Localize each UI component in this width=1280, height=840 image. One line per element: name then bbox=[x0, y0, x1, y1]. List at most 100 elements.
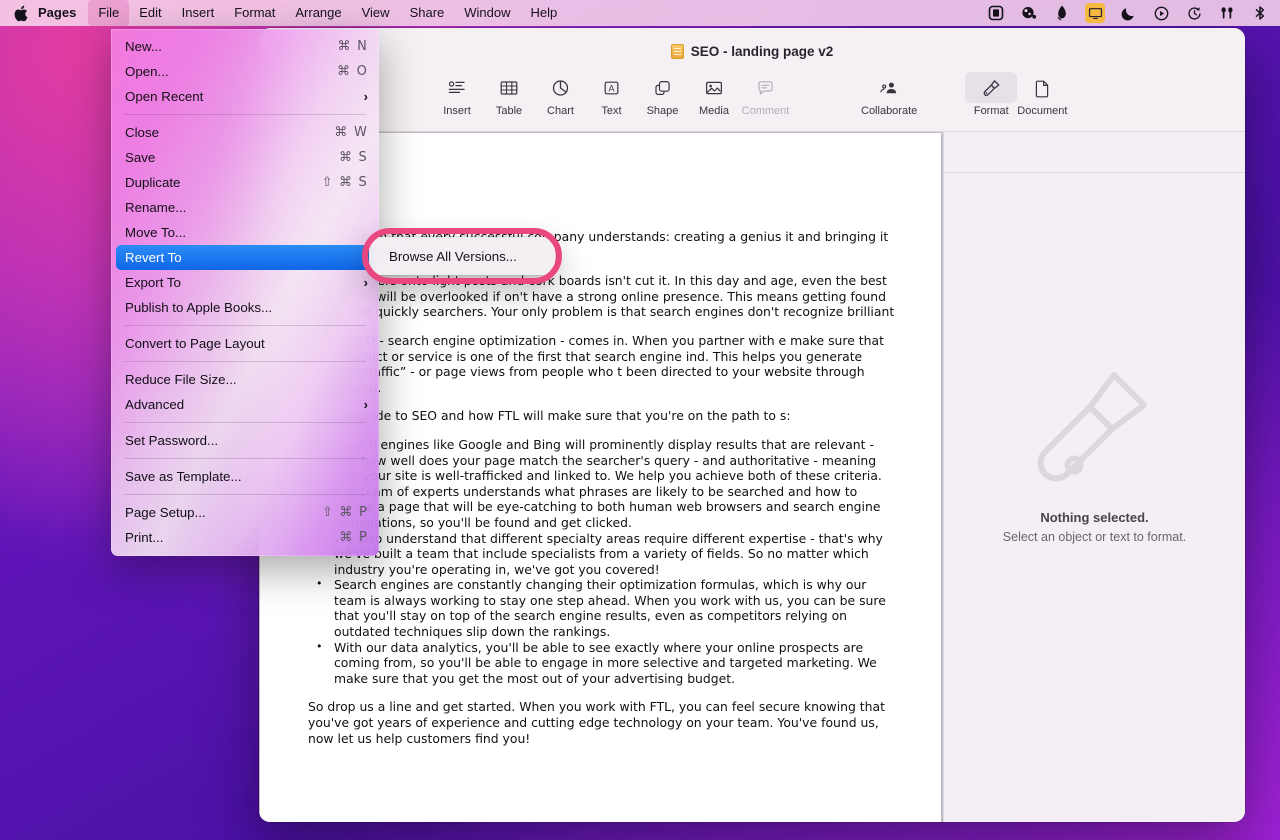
menu-help[interactable]: Help bbox=[521, 0, 568, 26]
toolbar-insert-button[interactable]: Insert bbox=[431, 69, 483, 117]
menu-separator bbox=[124, 361, 366, 362]
airpods-icon[interactable] bbox=[1217, 3, 1237, 23]
doc-paragraph-5: So drop us a line and get started. When … bbox=[308, 699, 885, 746]
chart-icon bbox=[551, 75, 570, 101]
menu-item-label: Advanced bbox=[125, 397, 185, 412]
menu-item-browse-all-versions[interactable]: Browse All Versions... bbox=[369, 243, 555, 269]
menu-format[interactable]: Format bbox=[224, 0, 285, 26]
menu-item-label: Publish to Apple Books... bbox=[125, 300, 273, 315]
menu-separator bbox=[124, 114, 366, 115]
menu-arrange[interactable]: Arrange bbox=[285, 0, 351, 26]
dropbox-icon[interactable] bbox=[1019, 3, 1039, 23]
toolbar-document-button[interactable]: Document bbox=[1017, 69, 1067, 117]
menu-item-label: Print... bbox=[125, 530, 164, 545]
menu-item-shortcut: ⌘ N bbox=[337, 39, 368, 54]
svg-text:A: A bbox=[608, 84, 614, 94]
doc-paragraph-3: where SEO - search engine optimization -… bbox=[308, 332, 884, 395]
menu-item-label: Save bbox=[125, 150, 156, 165]
screen-mirroring-icon[interactable] bbox=[986, 3, 1006, 23]
menu-item-rename[interactable]: Rename... bbox=[111, 195, 379, 220]
toolbar-table-button[interactable]: Table bbox=[483, 69, 535, 117]
file-menu-dropdown: New... ⌘ N Open... ⌘ O Open Recent › Clo… bbox=[111, 29, 379, 556]
menu-separator bbox=[124, 325, 366, 326]
menu-item-duplicate[interactable]: Duplicate ⇧ ⌘ S bbox=[111, 170, 379, 195]
menu-window[interactable]: Window bbox=[454, 0, 520, 26]
toolbar-chart-button[interactable]: Chart bbox=[535, 69, 586, 117]
list-item: Search engines like Google and Bing will… bbox=[308, 436, 896, 484]
display-icon[interactable] bbox=[1085, 3, 1105, 23]
toolbar-shape-label: Shape bbox=[646, 105, 679, 117]
menu-item-shortcut: ⌘ O bbox=[337, 64, 368, 79]
menu-item-print[interactable]: Print... ⌘ P bbox=[111, 525, 379, 550]
menu-item-shortcut: ⇧ ⌘ S bbox=[321, 175, 368, 190]
toolbar-collaborate-label: Collaborate bbox=[861, 105, 918, 117]
menu-item-publish-to-apple-books[interactable]: Publish to Apple Books... bbox=[111, 295, 379, 320]
menu-item-new[interactable]: New... ⌘ N bbox=[111, 34, 379, 59]
menu-bar-items: Pages File Edit Insert Format Arrange Vi… bbox=[0, 0, 567, 26]
chevron-right-icon: › bbox=[363, 250, 368, 265]
menu-item-convert-to-page-layout[interactable]: Convert to Page Layout bbox=[111, 331, 379, 356]
menu-item-revert-to[interactable]: Revert To › bbox=[116, 245, 374, 270]
table-icon bbox=[499, 75, 519, 101]
revert-to-submenu: Browse All Versions... bbox=[369, 237, 555, 275]
menu-item-label: Rename... bbox=[125, 200, 187, 215]
menu-item-save[interactable]: Save ⌘ S bbox=[111, 145, 379, 170]
menu-item-open-recent[interactable]: Open Recent › bbox=[111, 84, 379, 109]
time-machine-icon[interactable] bbox=[1184, 3, 1204, 23]
toolbar-format-button[interactable]: Format bbox=[965, 69, 1018, 117]
menu-item-label: Set Password... bbox=[125, 433, 219, 448]
toolbar-table-label: Table bbox=[495, 105, 523, 117]
menu-item-close[interactable]: Close ⌘ W bbox=[111, 120, 379, 145]
pages-toolbar: Add Page Insert Table Chart bbox=[259, 69, 1245, 125]
toolbar-collaborate-button[interactable]: Collaborate bbox=[861, 69, 917, 117]
menu-insert[interactable]: Insert bbox=[172, 0, 225, 26]
menu-view[interactable]: View bbox=[352, 0, 400, 26]
toolbar-format-label: Format bbox=[973, 105, 1009, 117]
document-icon bbox=[1034, 75, 1051, 101]
menu-item-reduce-file-size[interactable]: Reduce File Size... bbox=[111, 367, 379, 392]
toolbar-chart-label: Chart bbox=[547, 105, 574, 117]
menu-item-set-password[interactable]: Set Password... bbox=[111, 428, 379, 453]
apple-logo-icon[interactable] bbox=[0, 0, 30, 26]
menu-edit[interactable]: Edit bbox=[129, 0, 171, 26]
menu-item-label: Revert To bbox=[125, 250, 182, 265]
menu-item-label: Move To... bbox=[125, 225, 187, 240]
toolbar-comment-button[interactable]: Comment bbox=[740, 69, 791, 117]
menu-item-label: Save as Template... bbox=[125, 469, 242, 484]
menu-item-page-setup[interactable]: Page Setup... ⇧ ⌘ P bbox=[111, 500, 379, 525]
menu-item-export-to[interactable]: Export To › bbox=[111, 270, 379, 295]
moon-icon[interactable] bbox=[1118, 3, 1138, 23]
doc-bullet-list: Search engines like Google and Bing will… bbox=[308, 436, 896, 687]
menu-item-label: Duplicate bbox=[125, 175, 181, 190]
menu-item-move-to[interactable]: Move To... bbox=[111, 220, 379, 245]
list-item: We also understand that different specia… bbox=[308, 530, 896, 578]
insert-icon bbox=[447, 75, 467, 101]
menu-separator bbox=[124, 494, 366, 495]
bluetooth-icon[interactable] bbox=[1250, 3, 1270, 23]
menu-item-advanced[interactable]: Advanced › bbox=[111, 392, 379, 417]
menu-item-label: Export To bbox=[125, 275, 181, 290]
menu-pages[interactable]: Pages bbox=[30, 0, 88, 26]
menu-item-save-as-template[interactable]: Save as Template... bbox=[111, 464, 379, 489]
list-item: Our team of experts understands what phr… bbox=[308, 483, 896, 531]
inspector-title: Nothing selected. bbox=[1040, 509, 1149, 525]
flame-icon[interactable] bbox=[1052, 3, 1072, 23]
toolbar-media-button[interactable]: Media bbox=[688, 69, 740, 117]
play-circle-icon[interactable] bbox=[1151, 3, 1171, 23]
menu-item-label: Close bbox=[125, 125, 159, 140]
text-icon: A bbox=[602, 75, 621, 101]
toolbar-comment-label: Comment bbox=[741, 105, 790, 117]
menu-item-label: New... bbox=[125, 39, 162, 54]
menu-share[interactable]: Share bbox=[400, 0, 455, 26]
toolbar-document-label: Document bbox=[1017, 105, 1068, 117]
document-text-body[interactable]: a scary truth that every successful comp… bbox=[308, 229, 896, 759]
toolbar-insert-label: Insert bbox=[443, 105, 471, 117]
list-item: With our data analytics, you'll be able … bbox=[308, 639, 896, 687]
toolbar-media-label: Media bbox=[699, 105, 729, 117]
toolbar-text-button[interactable]: A Text bbox=[586, 69, 637, 117]
menu-file[interactable]: File bbox=[88, 0, 130, 26]
collaborate-icon bbox=[879, 75, 900, 101]
toolbar-shape-button[interactable]: Shape bbox=[637, 69, 688, 117]
menu-item-open[interactable]: Open... ⌘ O bbox=[111, 59, 379, 84]
chevron-right-icon: › bbox=[363, 397, 368, 412]
